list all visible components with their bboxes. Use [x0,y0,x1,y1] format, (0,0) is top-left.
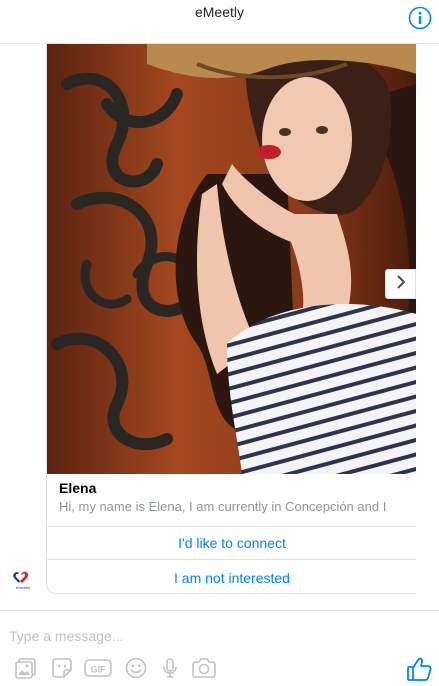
sticker-icon[interactable] [48,654,76,682]
camera-icon[interactable] [190,654,218,682]
svg-text:eMeetly: eMeetly [16,585,30,590]
thumbs-up-icon[interactable] [405,655,433,683]
image-icon[interactable] [12,654,40,682]
chat-header: eMeetly [0,0,439,44]
chevron-right-icon [395,274,407,294]
profile-photo[interactable] [47,44,416,474]
not-interested-button[interactable]: I am not interested [47,561,416,593]
gif-icon[interactable]: GIF [84,654,112,682]
message-input[interactable] [9,621,399,651]
connect-button[interactable]: I'd like to connect [47,527,416,560]
emoji-icon[interactable] [122,654,150,682]
message-composer: GIF [0,610,439,686]
microphone-icon[interactable] [156,654,184,682]
emeetly-logo-icon: eMeetly [8,564,38,594]
card-description: Hi, my name is Elena, I am currently in … [59,499,387,514]
profile-card: Elena Hi, my name is Elena, I am current… [46,44,416,594]
avatar[interactable]: eMeetly [8,564,38,594]
card-title: Elena [59,480,97,496]
svg-text:GIF: GIF [91,665,107,675]
info-icon[interactable] [408,6,432,30]
next-card-button[interactable] [385,269,416,299]
card-info: Elena Hi, my name is Elena, I am current… [47,474,416,527]
page-title: eMeetly [194,4,245,20]
